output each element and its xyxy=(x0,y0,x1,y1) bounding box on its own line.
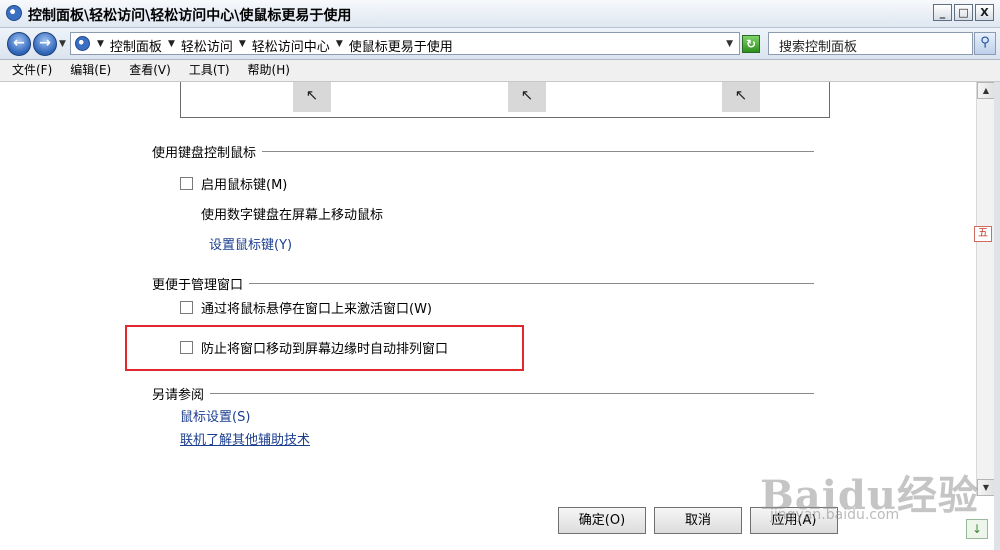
breadcrumb-ease-of-access-center[interactable]: 轻松访问中心 xyxy=(252,36,330,55)
chevron-down-icon[interactable]: ▼ xyxy=(97,36,104,55)
menu-view[interactable]: 查看(V) xyxy=(129,60,171,81)
section-see-also: 另请参阅 xyxy=(152,384,814,403)
back-arrow-icon[interactable]: ← xyxy=(7,32,31,56)
divider xyxy=(262,150,814,152)
scroll-up-icon[interactable]: ▲ xyxy=(977,82,995,99)
chevron-down-icon[interactable]: ▼ xyxy=(239,36,246,55)
control-panel-icon xyxy=(6,5,22,21)
section-heading: 更便于管理窗口 xyxy=(152,277,244,293)
address-toolbar: ← → ▼ ▼ 控制面板 ▼ 轻松访问 ▼ 轻松访问中心 ▼ 使鼠标更易于使用 … xyxy=(0,28,1000,60)
menu-bar: 文件(F) 编辑(E) 查看(V) 工具(T) 帮助(H) xyxy=(0,60,1000,82)
maximize-button[interactable]: □ xyxy=(954,4,973,21)
section-keyboard-mouse: 使用键盘控制鼠标 xyxy=(152,142,814,161)
breadcrumb: ▼ 控制面板 ▼ 轻松访问 ▼ 轻松访问中心 ▼ 使鼠标更易于使用 xyxy=(97,36,453,55)
section-heading: 使用键盘控制鼠标 xyxy=(152,145,257,161)
arrow-cursor-icon: ↖ xyxy=(293,82,331,112)
menu-help[interactable]: 帮助(H) xyxy=(248,60,290,81)
pointer-preview-box: ↖ ↖ ↖ xyxy=(180,82,830,118)
mouse-keys-description: 使用数字键盘在屏幕上移动鼠标 xyxy=(201,208,384,223)
baidu-watermark: Baidu经验 jingyan.baidu.com xyxy=(760,463,979,523)
control-panel-icon xyxy=(75,36,90,51)
window-title: 控制面板\轻松访问\轻松访问中心\使鼠标更易于使用 xyxy=(28,8,352,24)
hover-activate-option[interactable]: 通过将鼠标悬停在窗口上来激活窗口(W) xyxy=(180,298,432,317)
chevron-down-icon[interactable]: ▼ xyxy=(168,36,175,55)
prevent-arrange-option[interactable]: 防止将窗口移动到屏幕边缘时自动排列窗口 xyxy=(180,338,448,357)
checkbox-label[interactable]: 防止将窗口移动到屏幕边缘时自动排列窗口 xyxy=(201,338,448,357)
ok-button[interactable]: 确定(O) xyxy=(558,507,646,534)
vertical-scrollbar[interactable]: ▲ ▼ xyxy=(976,82,995,496)
minimize-button[interactable]: _ xyxy=(933,4,952,21)
scroll-down-icon[interactable]: ▼ xyxy=(977,479,995,496)
cancel-button[interactable]: 取消 xyxy=(654,507,742,534)
ime-indicator-icon: 五 xyxy=(974,226,992,242)
mouse-settings-link[interactable]: 鼠标设置(S) xyxy=(180,406,250,425)
arrow-cursor-icon: ↖ xyxy=(722,82,760,112)
window-edge xyxy=(994,82,1000,550)
section-heading: 另请参阅 xyxy=(152,387,205,403)
download-arrow-icon[interactable]: ↓ xyxy=(966,519,988,539)
forward-arrow-icon[interactable]: → xyxy=(33,32,57,56)
breadcrumb-mouse-settings[interactable]: 使鼠标更易于使用 xyxy=(349,36,453,55)
menu-file[interactable]: 文件(F) xyxy=(12,60,52,81)
chevron-down-icon[interactable]: ▼ xyxy=(336,36,343,55)
search-icon[interactable]: ⚲ xyxy=(974,32,996,55)
window-controls: _ □ X xyxy=(933,4,994,21)
assistive-tech-link[interactable]: 联机了解其他辅助技术 xyxy=(180,429,310,448)
breadcrumb-ease-of-access[interactable]: 轻松访问 xyxy=(181,36,233,55)
checkbox-label[interactable]: 启用鼠标键(M) xyxy=(201,174,287,193)
close-button[interactable]: X xyxy=(975,4,994,21)
menu-tools[interactable]: 工具(T) xyxy=(189,60,230,81)
enable-mouse-keys-option[interactable]: 启用鼠标键(M) xyxy=(180,174,287,193)
title-bar: 控制面板\轻松访问\轻松访问中心\使鼠标更易于使用 _ □ X xyxy=(0,0,1000,28)
menu-edit[interactable]: 编辑(E) xyxy=(70,60,111,81)
hover-activate-checkbox[interactable] xyxy=(180,300,193,314)
divider xyxy=(249,282,814,284)
arrow-cursor-icon: ↖ xyxy=(508,82,546,112)
refresh-icon[interactable]: ↻ xyxy=(742,35,760,53)
prevent-arrange-checkbox[interactable] xyxy=(180,340,193,354)
recent-pages-chevron-icon[interactable]: ▼ xyxy=(59,39,66,49)
watermark-url: jingyan.baidu.com xyxy=(770,507,900,523)
address-dropdown-icon[interactable]: ▼ xyxy=(726,39,733,49)
enable-mouse-keys-checkbox[interactable] xyxy=(180,176,193,190)
address-bar[interactable]: ▼ 控制面板 ▼ 轻松访问 ▼ 轻松访问中心 ▼ 使鼠标更易于使用 ▼ xyxy=(70,32,740,55)
setup-mouse-keys-link[interactable]: 设置鼠标键(Y) xyxy=(209,234,292,253)
section-window-management: 更便于管理窗口 xyxy=(152,274,814,293)
breadcrumb-control-panel[interactable]: 控制面板 xyxy=(110,36,162,55)
checkbox-label[interactable]: 通过将鼠标悬停在窗口上来激活窗口(W) xyxy=(201,298,432,317)
search-input[interactable]: 搜索控制面板 xyxy=(768,32,973,55)
divider xyxy=(210,392,814,394)
